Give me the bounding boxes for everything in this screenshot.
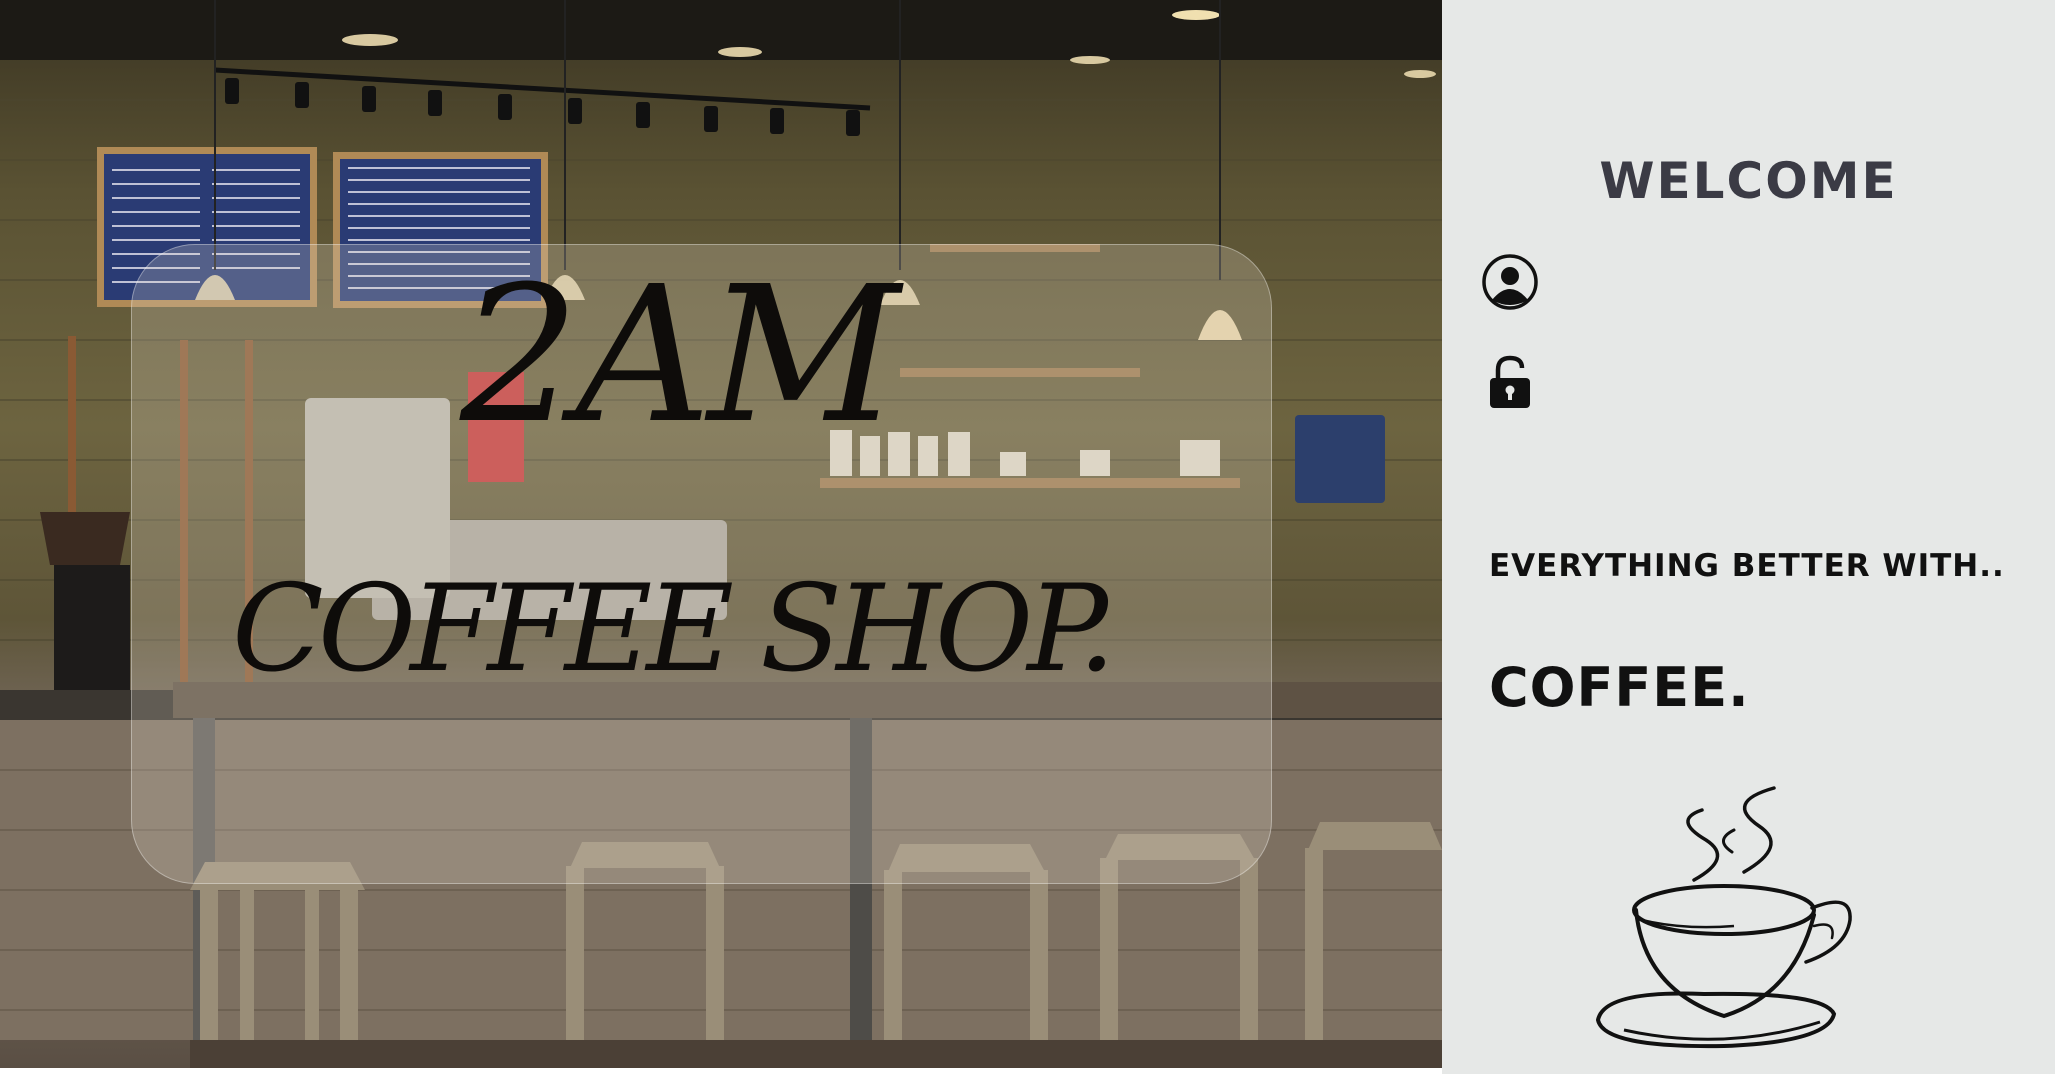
username-input[interactable] — [1558, 258, 2002, 308]
tagline-text: EVERYTHING BETTER WITH.. — [1489, 548, 2005, 584]
coffee-cup-icon — [1595, 786, 1852, 1049]
user-circle-icon — [1482, 254, 1538, 310]
hero-background-image: 2AM COFFEE SHOP. — [0, 0, 1442, 1068]
coffee-text: COFFEE. — [1489, 656, 1750, 719]
login-sidebar: WELCOME EVERYTHING BETTER WITH.. COFFEE. — [1442, 0, 2055, 1074]
page: 2AM COFFEE SHOP. WELCOME EVERYTHING BETT… — [0, 0, 2055, 1074]
welcome-heading: WELCOME — [1599, 152, 1898, 210]
shop-title-coffee-shop: COFFEE SHOP. — [232, 560, 1116, 699]
unlock-icon — [1490, 355, 1530, 408]
username-row — [1480, 252, 2020, 312]
password-input[interactable] — [1558, 358, 2002, 408]
password-row — [1480, 352, 2020, 412]
shop-title-2am: 2AM — [460, 246, 900, 465]
